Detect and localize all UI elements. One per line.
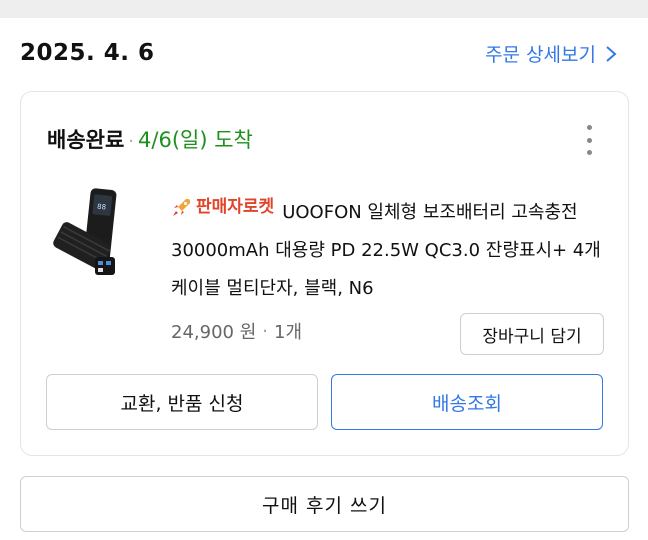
write-review-button[interactable]: 구매 후기 쓰기 (20, 476, 629, 532)
product-quantity: 1개 (274, 322, 303, 343)
exchange-return-button[interactable]: 교환, 반품 신청 (46, 374, 318, 430)
order-date: 2025. 4. 6 (20, 40, 155, 66)
delivery-status-row: 배송완료 · 4/6(일) 도착 (47, 124, 253, 154)
add-to-cart-button[interactable]: 장바구니 담기 (460, 313, 604, 355)
product-price: 24,900 원 (171, 322, 257, 343)
arrival-date: 4/6(일) 도착 (138, 128, 253, 152)
delivery-status: 배송완료 (47, 128, 125, 152)
order-header: 2025. 4. 6 주문 상세보기 (20, 36, 630, 72)
order-detail-link[interactable]: 주문 상세보기 (485, 40, 618, 67)
price-row: 24,900 원 · 1개 (171, 318, 302, 344)
more-options-icon[interactable] (584, 125, 594, 155)
price-separator: · (262, 320, 268, 342)
top-divider-strip (0, 0, 648, 18)
product-info[interactable]: 판매자로켓 UOOFON 일체형 보조배터리 고속충전 30000mAh 대용량… (171, 188, 611, 308)
power-bank-image[interactable]: 88 (51, 187, 131, 287)
order-card: 배송완료 · 4/6(일) 도착 88 판매자로켓 UOOFON 일체형 보조배… (20, 91, 629, 456)
seller-rocket-badge: 판매자로켓 (171, 188, 274, 226)
svg-text:88: 88 (97, 203, 107, 212)
track-delivery-button[interactable]: 배송조회 (331, 374, 603, 430)
product-title-block: 판매자로켓 UOOFON 일체형 보조배터리 고속충전 30000mAh 대용량… (171, 188, 611, 308)
chevron-right-icon (606, 45, 617, 62)
status-separator: · (128, 131, 135, 152)
order-detail-link-label: 주문 상세보기 (485, 44, 596, 66)
seller-rocket-label: 판매자로켓 (196, 197, 275, 217)
rocket-icon (173, 199, 190, 216)
